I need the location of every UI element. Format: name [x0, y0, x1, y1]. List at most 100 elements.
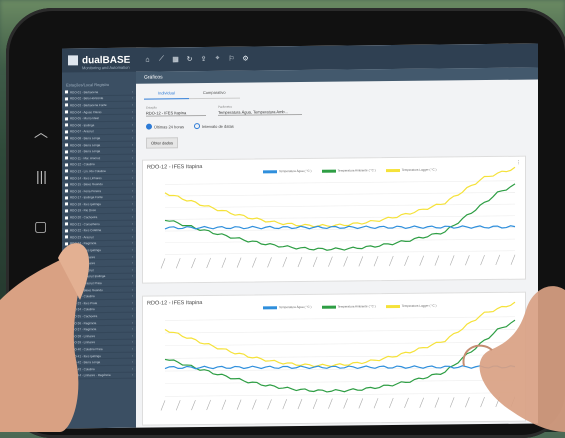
sidebar-item-label: RDO-13 - Lin. Rio Colatina — [70, 168, 106, 174]
chevron-right-icon: › — [132, 208, 133, 213]
sidebar-item-label: RDO-18 - Ibes Ipatinga — [70, 201, 101, 207]
brand-logo-icon — [68, 55, 78, 66]
tab-comparativo[interactable]: Comparativo — [188, 86, 240, 100]
sidebar-item-label: RDO-14 - Ibes Linhares — [70, 175, 102, 180]
radio-last-24h[interactable]: Últimas 24 horas — [146, 123, 185, 130]
fetch-data-button[interactable]: Obter dados — [146, 137, 179, 149]
chevron-right-icon: › — [132, 373, 133, 378]
home-icon[interactable]: ⌂ — [144, 56, 151, 63]
sidebar-item-label: RDO-19 - Rio Doce — [70, 208, 97, 213]
x-tick-label — [510, 254, 516, 265]
x-tick-label — [297, 398, 303, 410]
x-tick-label — [282, 399, 288, 410]
checkbox-icon[interactable] — [65, 156, 68, 160]
checkbox-icon[interactable] — [65, 176, 68, 180]
sidebar-item-label: RDO-08 - Barra Longa — [70, 136, 101, 141]
gridline — [165, 203, 515, 209]
brand-subtitle: Monitoring and Automation — [82, 64, 130, 71]
x-tick-label — [160, 258, 166, 269]
x-tick-label — [175, 400, 181, 411]
sidebar-item-label: RDO-07 - Aracruz — [70, 129, 94, 134]
chevron-right-icon: › — [132, 260, 133, 265]
radio-interval-label: Intervalo de datas — [202, 123, 234, 129]
x-tick-label — [191, 257, 196, 269]
chevron-right-icon: › — [132, 221, 133, 226]
chevron-right-icon: › — [132, 307, 133, 312]
checkbox-icon[interactable] — [65, 169, 68, 173]
location-icon[interactable]: ⌖ — [214, 55, 221, 63]
x-tick-label — [221, 399, 227, 410]
chevron-right-icon: › — [132, 228, 133, 233]
x-tick-label — [267, 399, 272, 410]
gridline — [165, 192, 515, 197]
x-tick-label — [221, 257, 227, 268]
alarm-icon[interactable]: ⚐ — [228, 55, 235, 63]
station-label: Estação — [146, 105, 157, 110]
chevron-right-icon: › — [132, 346, 133, 351]
params-select[interactable]: Temperatura Água, Temperatura Amb... — [218, 108, 302, 116]
checkbox-icon[interactable] — [65, 222, 68, 226]
x-tick-label — [404, 255, 409, 267]
chevron-right-icon: › — [132, 155, 133, 160]
chart-icon[interactable]: ⟋ — [158, 55, 165, 63]
upload-icon[interactable]: ⇪ — [200, 55, 207, 63]
checkbox-icon[interactable] — [65, 216, 68, 220]
station-select[interactable]: RDO-12 - IFES Itapina — [146, 109, 206, 117]
checkbox-icon[interactable] — [65, 136, 68, 140]
x-tick-label — [160, 400, 166, 411]
chevron-right-icon: › — [132, 181, 133, 186]
radio-interval[interactable]: Intervalo de datas — [194, 123, 234, 130]
chevron-right-icon: › — [132, 175, 133, 180]
checkbox-icon[interactable] — [65, 209, 68, 213]
x-tick-label — [419, 397, 424, 408]
checkbox-icon[interactable] — [65, 183, 68, 187]
checkbox-icon[interactable] — [65, 196, 68, 200]
params-label: Parâmetro — [218, 104, 233, 109]
x-tick-label — [236, 257, 242, 268]
chevron-right-icon: › — [132, 129, 133, 134]
x-tick-label — [495, 254, 501, 266]
refresh-icon[interactable]: ↻ — [186, 55, 193, 63]
checkbox-icon[interactable] — [65, 123, 68, 127]
checkbox-icon[interactable] — [65, 130, 68, 134]
checkbox-icon[interactable] — [65, 150, 68, 154]
chevron-right-icon: › — [132, 102, 133, 107]
chevron-right-icon: › — [132, 115, 133, 120]
menu-lines-icon: ||| — [36, 168, 47, 184]
checkbox-icon[interactable] — [65, 143, 68, 147]
x-tick-label — [388, 397, 394, 409]
checkbox-icon[interactable] — [65, 202, 68, 206]
chevron-up-icon: ︿ — [34, 124, 48, 140]
gridline — [165, 180, 515, 185]
checkbox-icon[interactable] — [65, 110, 68, 114]
checkbox-icon[interactable] — [65, 189, 68, 193]
x-tick-label — [434, 397, 440, 408]
chevron-right-icon: › — [132, 320, 133, 325]
checkbox-icon[interactable] — [65, 103, 68, 107]
chevron-right-icon: › — [132, 142, 133, 147]
chevron-right-icon: › — [132, 313, 133, 318]
chart-plot-1 — [160, 166, 516, 269]
chevron-right-icon: › — [132, 300, 133, 305]
chevron-right-icon: › — [132, 340, 133, 345]
x-tick-label — [236, 399, 242, 410]
checkbox-icon[interactable] — [65, 90, 68, 94]
x-tick-label — [267, 257, 272, 268]
checkbox-icon[interactable] — [65, 163, 68, 167]
sidebar-item-label: RDO-06 - Ipatinga — [70, 122, 95, 128]
settings-icon[interactable]: ⚙ — [242, 55, 249, 63]
grid-icon[interactable]: ▦ — [172, 55, 179, 63]
tab-individual[interactable]: Individual — [144, 87, 189, 100]
chevron-right-icon: › — [132, 326, 133, 331]
radio-last-24h-label: Últimas 24 horas — [154, 123, 185, 130]
x-tick-label — [252, 257, 257, 268]
x-tick-label — [480, 254, 485, 266]
sidebar-item-label: RDO-15 - Baixo Guandu — [70, 182, 103, 187]
x-tick-label — [328, 256, 333, 267]
chevron-right-icon: › — [132, 135, 133, 140]
x-tick-label — [358, 398, 364, 409]
sidebar-item-label: RDO-16 - Feira Pereira — [70, 188, 102, 194]
checkbox-icon[interactable] — [65, 117, 68, 121]
sidebar-item-label: RDO-05 - Morro Ideal — [70, 116, 99, 121]
checkbox-icon[interactable] — [65, 97, 68, 101]
